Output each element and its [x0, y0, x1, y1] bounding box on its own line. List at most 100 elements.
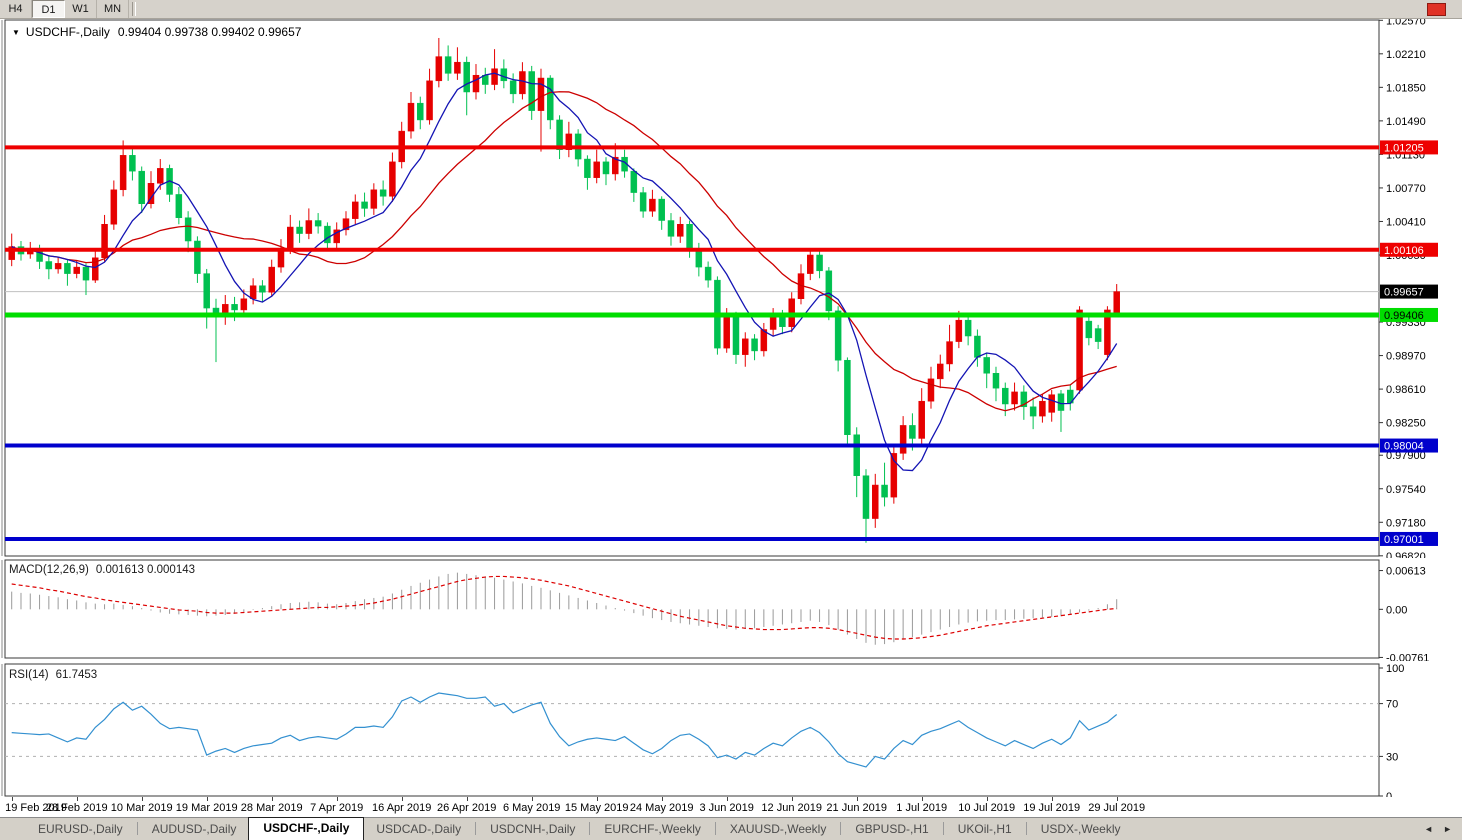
svg-text:0.98610: 0.98610 — [1386, 384, 1426, 396]
date-tick — [1117, 797, 1118, 801]
date-label: 10 Mar 2019 — [111, 802, 173, 814]
timeframe-button-h4[interactable]: H4 — [0, 0, 32, 18]
timeframe-button-d1[interactable]: D1 — [32, 0, 65, 18]
date-label: 1 Jul 2019 — [896, 802, 947, 814]
tab-audusd-daily[interactable]: AUDUSD-,Daily — [140, 819, 249, 840]
main-chart-pane[interactable]: 1.025701.022101.018501.014901.011301.007… — [0, 19, 1462, 558]
tab-separator — [715, 822, 716, 835]
tab-usdx-weekly[interactable]: USDX-,Weekly — [1029, 819, 1133, 840]
svg-text:0.98004: 0.98004 — [1384, 441, 1424, 453]
svg-text:0.98970: 0.98970 — [1386, 351, 1426, 363]
macd-values: 0.001613 0.000143 — [96, 564, 195, 576]
date-tick — [77, 797, 78, 801]
tab-separator — [943, 822, 944, 835]
svg-text:1.00106: 1.00106 — [1384, 245, 1424, 257]
date-tick — [662, 797, 663, 801]
date-axis[interactable]: 19 Feb 201928 Feb 201910 Mar 201919 Mar … — [0, 797, 1462, 817]
chart-ohlc-values: 0.99404 0.99738 0.99402 0.99657 — [118, 25, 302, 39]
svg-text:0.00613: 0.00613 — [1386, 566, 1426, 578]
svg-text:1.00770: 1.00770 — [1386, 183, 1426, 195]
date-tick — [532, 797, 533, 801]
svg-text:1.01205: 1.01205 — [1384, 142, 1424, 154]
tab-eurchf-weekly[interactable]: EURCHF-,Weekly — [592, 819, 712, 840]
svg-text:-0.00761: -0.00761 — [1386, 652, 1429, 661]
date-tick — [337, 797, 338, 801]
svg-text:0.96820: 0.96820 — [1386, 551, 1426, 558]
svg-text:0.00: 0.00 — [1386, 604, 1407, 616]
macd-name: MACD(12,26,9) — [9, 564, 89, 576]
rsi-pane[interactable]: 10070300 — [0, 661, 1462, 797]
date-tick — [987, 797, 988, 801]
timeframe-button-w1[interactable]: W1 — [65, 0, 97, 18]
date-label: 29 Jul 2019 — [1088, 802, 1145, 814]
tab-gbpusd-h1[interactable]: GBPUSD-,H1 — [843, 819, 940, 840]
date-tick — [207, 797, 208, 801]
svg-text:1.00410: 1.00410 — [1386, 216, 1426, 228]
tab-xauusd-weekly[interactable]: XAUUSD-,Weekly — [718, 819, 838, 840]
toolbar-separator — [132, 2, 136, 16]
date-label: 21 Jun 2019 — [826, 802, 887, 814]
mt4-window: H4D1W1MN 1.02570 1.02210 1.01850 1.01490 1.0… — [0, 0, 1462, 840]
red-status-icon — [1427, 3, 1446, 16]
tab-separator — [137, 822, 138, 835]
date-label: 7 Apr 2019 — [310, 802, 363, 814]
macd-pane[interactable]: 0.00613 0.00 -0.00761 — [0, 558, 1462, 661]
timeframe-button-mn[interactable]: MN — [97, 0, 129, 18]
tabs-scroll-right-icon[interactable]: ► — [1443, 824, 1452, 834]
date-tick — [272, 797, 273, 801]
tab-separator — [1026, 822, 1027, 835]
tab-separator — [840, 822, 841, 835]
date-tick — [402, 797, 403, 801]
rsi-name: RSI(14) — [9, 669, 49, 681]
date-tick — [922, 797, 923, 801]
macd-label: MACD(12,26,9) 0.001613 0.000143 — [9, 564, 195, 576]
tab-eurusd-daily[interactable]: EURUSD-,Daily — [26, 819, 135, 840]
tab-separator — [589, 822, 590, 835]
date-label: 12 Jun 2019 — [761, 802, 822, 814]
tab-usdcnh-daily[interactable]: USDCNH-,Daily — [478, 819, 587, 840]
date-label: 19 Jul 2019 — [1023, 802, 1080, 814]
date-label: 19 Mar 2019 — [176, 802, 238, 814]
svg-text:1.02210: 1.02210 — [1386, 49, 1426, 61]
date-tick — [1052, 797, 1053, 801]
date-label: 16 Apr 2019 — [372, 802, 431, 814]
chevron-down-icon[interactable]: ▼ — [12, 28, 20, 37]
date-label: 15 May 2019 — [565, 802, 629, 814]
svg-text:30: 30 — [1386, 751, 1398, 763]
date-tick — [467, 797, 468, 801]
svg-text:0.97540: 0.97540 — [1386, 484, 1426, 496]
svg-text:1.01850: 1.01850 — [1386, 82, 1426, 94]
date-tick — [727, 797, 728, 801]
svg-text:0.99406: 0.99406 — [1384, 310, 1424, 322]
timeframe-toolbar: H4D1W1MN — [0, 0, 1462, 19]
date-tick — [857, 797, 858, 801]
date-label: 26 Apr 2019 — [437, 802, 496, 814]
date-tick — [597, 797, 598, 801]
tab-usdcad-daily[interactable]: USDCAD-,Daily — [364, 819, 473, 840]
date-label: 3 Jun 2019 — [699, 802, 753, 814]
tabs-scroll-left-icon[interactable]: ◄ — [1424, 824, 1433, 834]
date-label: 28 Feb 2019 — [46, 802, 108, 814]
rsi-value: 61.7453 — [56, 669, 98, 681]
date-label: 10 Jul 2019 — [958, 802, 1015, 814]
date-label: 28 Mar 2019 — [241, 802, 303, 814]
svg-text:1.01490: 1.01490 — [1386, 116, 1426, 128]
chart-title: ▼ USDCHF-,Daily 0.99404 0.99738 0.99402 … — [12, 25, 301, 39]
chart-symbol: USDCHF-,Daily — [26, 25, 110, 39]
tab-scroll-arrows: ◄ ► — [1424, 824, 1452, 834]
svg-text:0.98250: 0.98250 — [1386, 418, 1426, 430]
svg-text:0.97001: 0.97001 — [1384, 534, 1424, 546]
date-label: 24 May 2019 — [630, 802, 694, 814]
tab-usdchf-daily[interactable]: USDCHF-,Daily — [248, 817, 364, 840]
date-tick — [12, 797, 13, 801]
rsi-label: RSI(14) 61.7453 — [9, 669, 97, 681]
svg-text:1.02570: 1.02570 — [1386, 19, 1426, 27]
svg-text:0.99657: 0.99657 — [1384, 287, 1424, 299]
tab-ukoil-h1[interactable]: UKOil-,H1 — [946, 819, 1024, 840]
tab-separator — [475, 822, 476, 835]
date-tick — [142, 797, 143, 801]
date-tick — [792, 797, 793, 801]
svg-text:0.97180: 0.97180 — [1386, 517, 1426, 529]
svg-text:70: 70 — [1386, 699, 1398, 711]
chart-window: 1.025701.022101.018501.014901.011301.007… — [0, 19, 1462, 817]
